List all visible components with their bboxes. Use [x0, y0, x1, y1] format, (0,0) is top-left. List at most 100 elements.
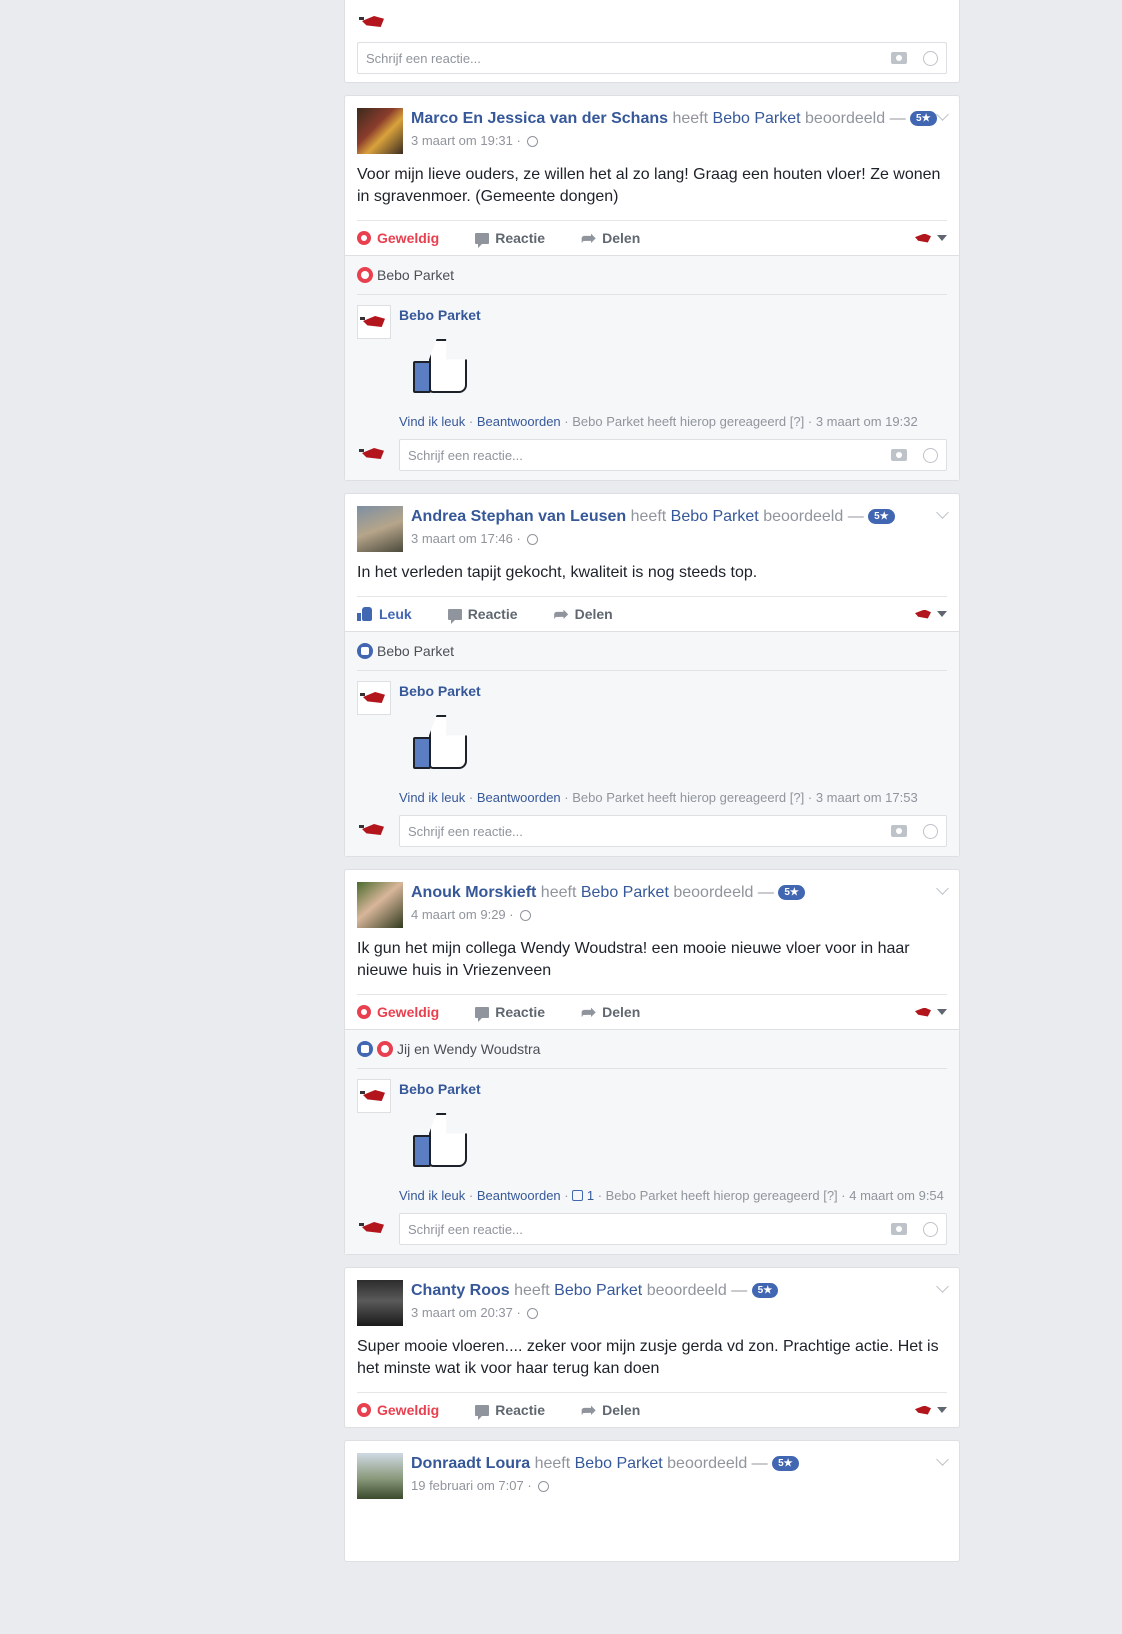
author-name[interactable]: Anouk Morskieft	[411, 884, 536, 901]
page-logo-icon	[915, 609, 931, 619]
comment-time[interactable]: 4 maart om 9:54	[849, 1188, 944, 1203]
heart-icon	[357, 1005, 371, 1019]
post-text: Super mooie vloeren.... zeker voor mijn …	[357, 1338, 939, 1377]
page-link[interactable]: Bebo Parket	[554, 1282, 642, 1299]
post-time[interactable]: 19 februari om 7:07	[411, 1478, 524, 1493]
dash: —	[757, 884, 774, 901]
rating-badge: 5★	[751, 1283, 779, 1298]
page-avatar[interactable]	[357, 681, 391, 715]
love-button[interactable]: Geweldig	[357, 1004, 439, 1020]
page-link[interactable]: Bebo Parket	[575, 1455, 663, 1472]
page-avatar[interactable]	[357, 1079, 391, 1113]
help-link[interactable]: [?]	[790, 790, 804, 805]
reply-input[interactable]: Schrijf een reactie...	[399, 815, 947, 847]
share-icon: ➦	[581, 1002, 597, 1022]
rated-text: beoordeeld	[763, 508, 844, 525]
page-avatar	[357, 1212, 391, 1246]
post-time[interactable]: 4 maart om 9:29	[411, 907, 506, 922]
author-avatar[interactable]	[357, 1280, 403, 1326]
comment-like-count[interactable]: 1	[587, 1188, 594, 1203]
comment-like-link[interactable]: Vind ik leuk	[399, 1188, 465, 1203]
share-button[interactable]: ➦ Delen	[581, 1002, 640, 1022]
comment-reply-link[interactable]: Beantwoorden	[477, 1188, 561, 1203]
reactions-summary[interactable]: Bebo Parket	[357, 632, 947, 671]
comment-label: Reactie	[467, 606, 518, 622]
post-as-selector[interactable]	[915, 1007, 947, 1017]
share-button[interactable]: ➦ Delen	[554, 605, 613, 623]
camera-icon[interactable]	[891, 825, 907, 837]
like-count-icon	[572, 1190, 584, 1201]
comment-button[interactable]: Reactie	[475, 1004, 545, 1022]
reply-input[interactable]: Schrijf een reactie...	[357, 42, 947, 74]
share-button[interactable]: ➦ Delen	[581, 1401, 640, 1419]
comment-reply-link[interactable]: Beantwoorden	[477, 790, 561, 805]
share-button[interactable]: ➦ Delen	[581, 228, 640, 248]
author-avatar[interactable]	[357, 1453, 403, 1499]
comment-time[interactable]: 3 maart om 19:32	[816, 414, 918, 429]
page-reacted-text: Bebo Parket heeft hierop gereageerd	[605, 1188, 820, 1203]
comment-like-link[interactable]: Vind ik leuk	[399, 414, 465, 429]
share-icon: ➦	[581, 228, 597, 248]
love-button[interactable]: Geweldig	[357, 1402, 439, 1418]
camera-icon[interactable]	[891, 1223, 907, 1235]
like-button[interactable]: Leuk	[357, 606, 412, 622]
help-link[interactable]: [?]	[790, 414, 804, 429]
thumbs-up-sticker-icon	[411, 339, 471, 397]
author-avatar[interactable]	[357, 882, 403, 928]
verb-text: heeft	[540, 884, 577, 901]
author-name[interactable]: Andrea Stephan van Leusen	[411, 508, 626, 525]
comment-reply-link[interactable]: Beantwoorden	[477, 414, 561, 429]
comment-author[interactable]: Bebo Parket	[399, 681, 947, 701]
post-text: Ik gun het mijn collega Wendy Woudstra! …	[357, 940, 910, 979]
comment-like-link[interactable]: Vind ik leuk	[399, 790, 465, 805]
comment-button[interactable]: Reactie	[447, 606, 518, 624]
page-link[interactable]: Bebo Parket	[581, 884, 669, 901]
reactions-summary[interactable]: Jij en Wendy Woudstra	[357, 1030, 947, 1069]
reply-input[interactable]: Schrijf een reactie...	[399, 439, 947, 471]
camera-icon[interactable]	[891, 449, 907, 461]
post-as-selector[interactable]	[915, 233, 947, 243]
comment-button[interactable]: Reactie	[475, 230, 545, 248]
comment: Bebo Parket Vind ik leuk · Beantwoorden …	[357, 295, 947, 430]
rated-text: beoordeeld	[646, 1282, 727, 1299]
reacted-by[interactable]: Bebo Parket	[377, 267, 454, 283]
comment-button[interactable]: Reactie	[475, 1402, 546, 1420]
page-avatar	[357, 438, 391, 472]
author-name[interactable]: Donraadt Loura	[411, 1455, 530, 1472]
rated-text: beoordeeld	[805, 110, 886, 127]
emoji-icon[interactable]	[923, 50, 938, 66]
reacted-by[interactable]: Jij en Wendy Woudstra	[397, 1041, 540, 1057]
emoji-icon[interactable]	[923, 823, 938, 839]
post-time[interactable]: 3 maart om 19:31	[411, 133, 513, 148]
author-avatar[interactable]	[357, 108, 403, 154]
page-link[interactable]: Bebo Parket	[671, 508, 759, 525]
author-avatar[interactable]	[357, 506, 403, 552]
reply-input[interactable]: Schrijf een reactie...	[399, 1213, 947, 1245]
comment-time[interactable]: 3 maart om 17:53	[816, 790, 918, 805]
comment-author[interactable]: Bebo Parket	[399, 305, 947, 325]
reacted-by[interactable]: Bebo Parket	[377, 643, 454, 659]
reactions-summary[interactable]: Bebo Parket	[357, 256, 947, 295]
post-as-selector[interactable]	[915, 1405, 947, 1415]
emoji-icon[interactable]	[923, 447, 938, 463]
rating-badge: 5★	[778, 885, 805, 900]
page-avatar	[357, 6, 391, 40]
comment-icon	[475, 232, 490, 248]
help-link[interactable]: [?]	[823, 1188, 837, 1203]
emoji-icon[interactable]	[923, 1221, 938, 1237]
love-button[interactable]: Geweldig	[357, 230, 439, 246]
rating-badge: 5★	[868, 509, 895, 524]
post-time[interactable]: 3 maart om 17:46	[411, 531, 513, 546]
reply-placeholder: Schrijf een reactie...	[366, 50, 481, 66]
comment-author[interactable]: Bebo Parket	[399, 1079, 947, 1099]
author-name[interactable]: Marco En Jessica van der Schans	[411, 110, 668, 127]
post-as-selector[interactable]	[915, 609, 947, 619]
author-name[interactable]: Chanty Roos	[411, 1282, 510, 1299]
like-icon	[357, 607, 373, 621]
page-link[interactable]: Bebo Parket	[713, 110, 801, 127]
love-label: Geweldig	[377, 1402, 440, 1418]
post-time[interactable]: 3 maart om 20:37	[411, 1305, 513, 1320]
page-avatar[interactable]	[357, 305, 391, 339]
camera-icon[interactable]	[891, 52, 907, 64]
comment-label: Reactie	[495, 1402, 546, 1418]
